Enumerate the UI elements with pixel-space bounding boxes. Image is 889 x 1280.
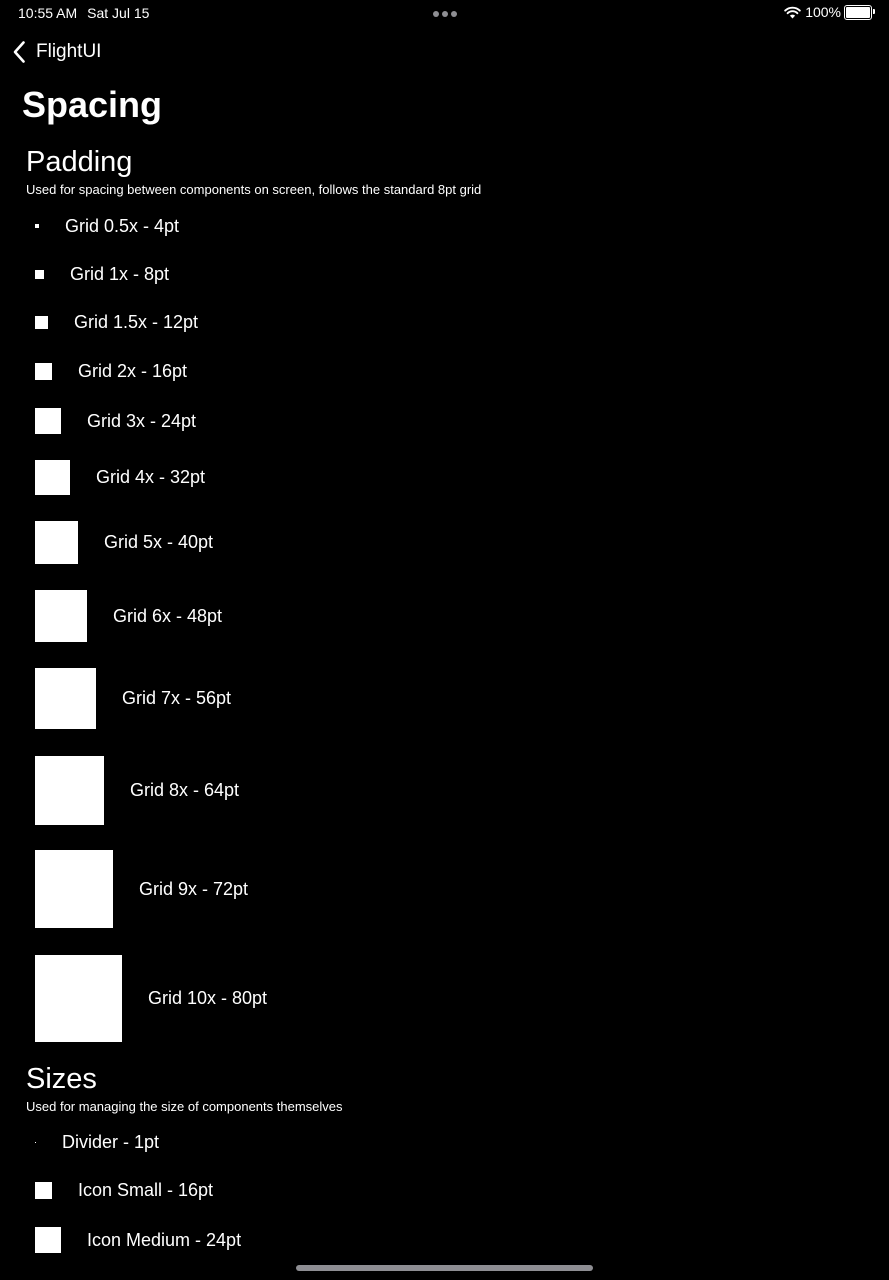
status-date: Sat Jul 15 (87, 5, 150, 21)
status-time: 10:55 AM (18, 5, 78, 21)
size-row: Divider - 1pt (35, 1130, 159, 1154)
padding-grid-label: Grid 10x - 80pt (148, 987, 268, 1008)
padding-grid-row: Grid 1x - 8pt (35, 262, 169, 286)
multitasking-dots-icon[interactable] (433, 11, 457, 17)
padding-grid-label: Grid 5x - 40pt (104, 531, 214, 552)
size-label: Divider - 1pt (62, 1131, 160, 1152)
padding-grid-swatch (35, 850, 113, 928)
padding-grid-swatch (35, 269, 44, 279)
padding-grid-label: Grid 1.5x - 12pt (74, 311, 199, 332)
padding-grid-row: Grid 5x - 40pt (35, 520, 214, 564)
status-indicators: 100% (784, 4, 875, 20)
size-swatch (35, 1181, 52, 1199)
padding-grid-swatch (35, 408, 61, 434)
padding-grid-label: Grid 4x - 32pt (96, 466, 206, 487)
status-bar: 10:55 AM Sat Jul 15 100% (0, 0, 889, 26)
chevron-left-icon (13, 41, 25, 63)
padding-grid-row: Grid 1.5x - 12pt (35, 310, 198, 334)
padding-grid-swatch (35, 315, 48, 329)
padding-grid-row: Grid 8x - 64pt (35, 755, 240, 825)
padding-grid-row: Grid 0.5x - 4pt (35, 214, 179, 238)
padding-grid-swatch (35, 755, 104, 825)
size-label: Icon Small - 16pt (78, 1179, 214, 1200)
padding-grid-label: Grid 1x - 8pt (70, 263, 170, 284)
padding-grid-swatch (35, 224, 39, 228)
battery-percentage: 100% (805, 4, 841, 20)
status-time-date: 10:55 AM Sat Jul 15 (18, 5, 149, 21)
size-row: Icon Small - 16pt (35, 1178, 213, 1202)
padding-grid-label: Grid 9x - 72pt (139, 878, 249, 899)
sizes-section-title: Sizes (26, 1063, 97, 1095)
padding-grid-row: Grid 2x - 16pt (35, 359, 187, 383)
size-row: Icon Medium - 24pt (35, 1227, 241, 1253)
size-swatch (35, 1227, 61, 1253)
padding-grid-label: Grid 7x - 56pt (122, 687, 232, 708)
battery-icon (844, 4, 875, 20)
padding-grid-row: Grid 9x - 72pt (35, 850, 248, 928)
back-button[interactable]: FlightUI (12, 40, 101, 64)
padding-grid-swatch (35, 667, 96, 729)
padding-grid-row: Grid 7x - 56pt (35, 667, 232, 729)
padding-grid-row: Grid 4x - 32pt (35, 459, 206, 495)
padding-grid-label: Grid 8x - 64pt (130, 779, 240, 800)
padding-grid-label: Grid 0.5x - 4pt (65, 215, 180, 236)
padding-grid-label: Grid 3x - 24pt (87, 410, 197, 431)
padding-grid-row: Grid 10x - 80pt (35, 954, 268, 1042)
home-indicator[interactable] (296, 1265, 593, 1271)
padding-grid-label: Grid 6x - 48pt (113, 605, 223, 626)
padding-grid-row: Grid 6x - 48pt (35, 590, 222, 642)
back-button-label: FlightUI (36, 41, 102, 62)
padding-grid-row: Grid 3x - 24pt (35, 408, 196, 434)
padding-grid-swatch (35, 520, 78, 564)
padding-grid-label: Grid 2x - 16pt (78, 360, 188, 381)
padding-grid-swatch (35, 954, 122, 1042)
size-swatch (35, 1141, 36, 1143)
padding-grid-swatch (35, 362, 52, 380)
padding-section-title: Padding (26, 146, 133, 178)
padding-section-subtitle: Used for spacing between components on s… (26, 182, 482, 197)
page-title: Spacing (22, 84, 163, 125)
wifi-icon (784, 6, 801, 18)
size-label: Icon Medium - 24pt (87, 1229, 242, 1250)
padding-grid-swatch (35, 459, 70, 495)
sizes-section-subtitle: Used for managing the size of components… (26, 1099, 343, 1114)
padding-grid-swatch (35, 590, 87, 642)
